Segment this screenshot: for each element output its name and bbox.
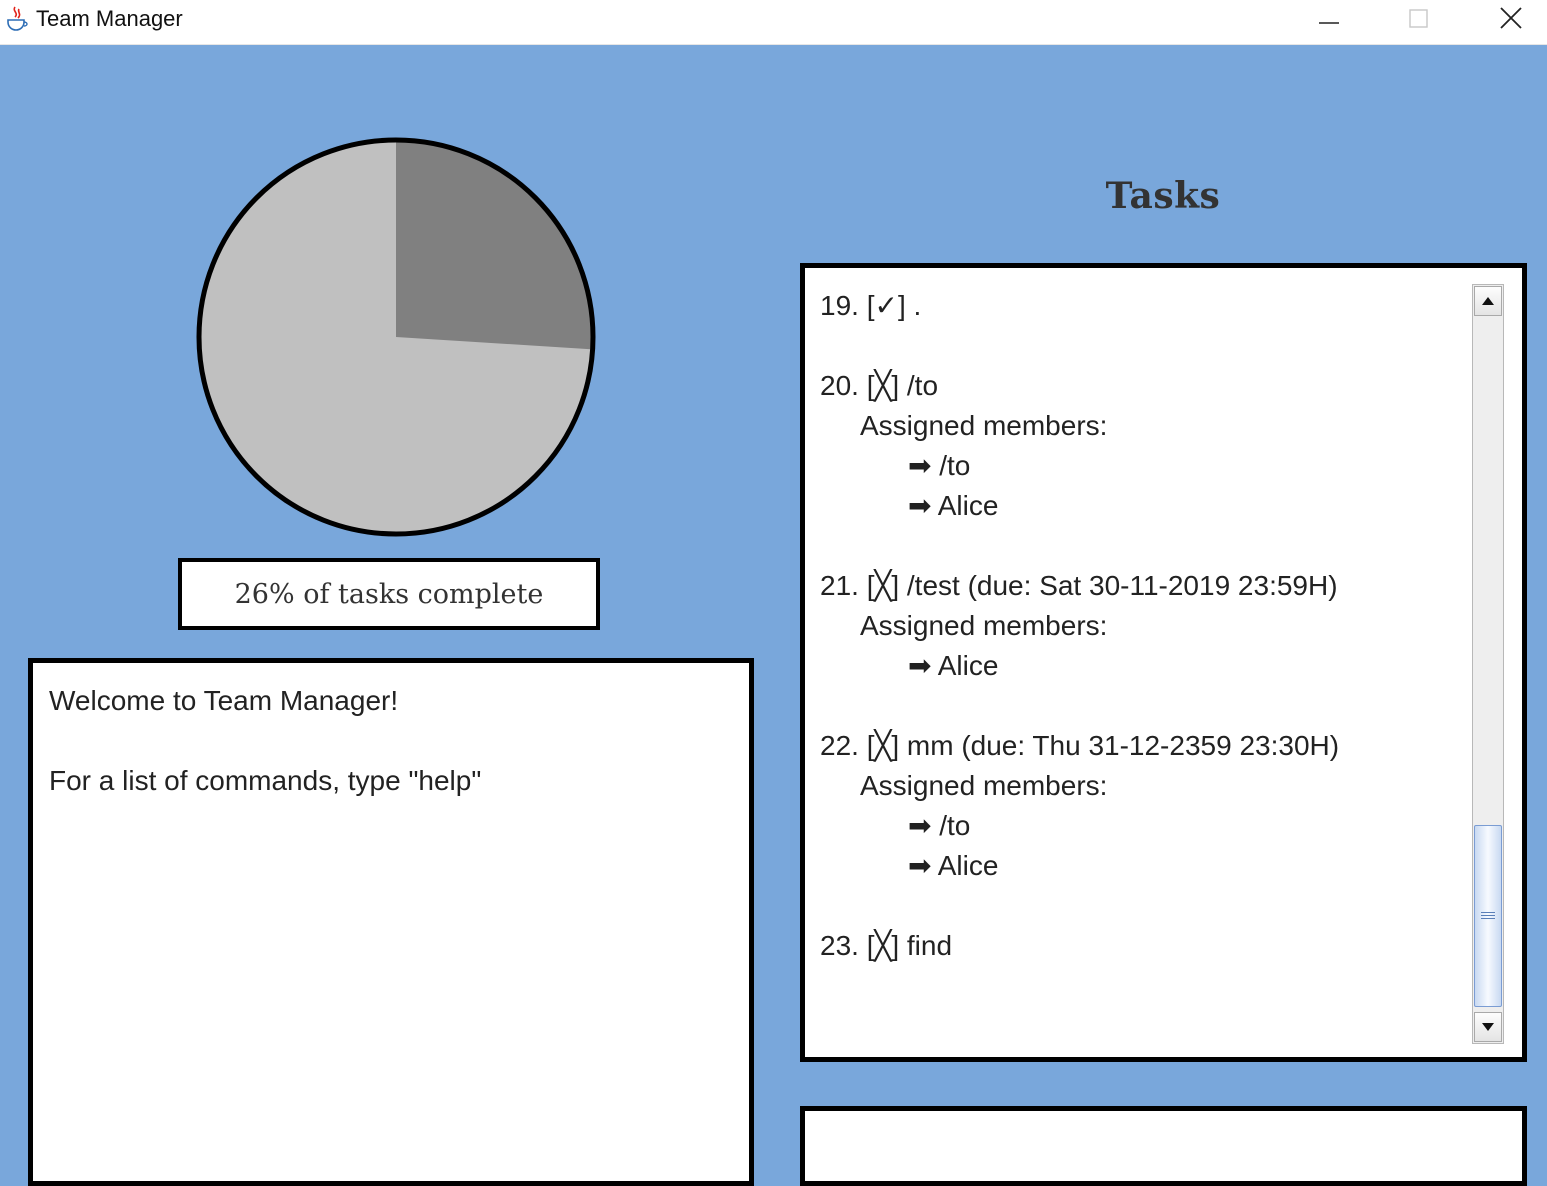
task-spacer	[820, 686, 1462, 726]
progress-label-box: 26% of tasks complete	[178, 558, 600, 630]
scroll-up-button[interactable]	[1474, 286, 1502, 316]
console-line: Welcome to Team Manager!	[49, 685, 399, 716]
assigned-members-label: Assigned members:	[860, 770, 1108, 801]
response-console: Welcome to Team Manager! For a list of co…	[28, 658, 754, 1186]
pie-complete-slice	[396, 140, 593, 350]
grip-icon	[1481, 912, 1495, 920]
title-bar: Team Manager	[0, 0, 1547, 45]
assigned-member: ➡ Alice	[908, 490, 999, 521]
task-item-header: 22. [╳] mm (due: Thu 31-12-2359 23:30H)	[820, 730, 1340, 761]
task-list-panel[interactable]: 19. [✓] . 20. [╳] /to Assigned members: ➡ /…	[800, 263, 1527, 1062]
minimize-icon	[1319, 22, 1339, 24]
scroll-down-button[interactable]	[1474, 1012, 1502, 1042]
scroll-thumb[interactable]	[1474, 825, 1502, 1007]
assigned-member: ➡ /to	[908, 450, 971, 481]
java-app-icon	[7, 6, 28, 31]
assigned-members-label: Assigned members:	[860, 610, 1108, 641]
tasks-heading: Tasks	[1105, 175, 1221, 217]
task-item-header: 23. [╳] find	[820, 930, 953, 961]
minimize-button[interactable]	[1284, 0, 1374, 36]
task-item-header: 21. [╳] /test (due: Sat 30-11-2019 23:59…	[820, 570, 1338, 601]
console-line: For a list of commands, type "help"	[49, 765, 482, 796]
assigned-member: ➡ Alice	[908, 850, 999, 881]
task-progress-pie	[196, 137, 596, 537]
task-list: 19. [✓] . 20. [╳] /to Assigned members: ➡ /…	[820, 286, 1462, 966]
main-area: 26% of tasks complete Welcome to Team Ma…	[0, 45, 1547, 1186]
window-title: Team Manager	[36, 6, 183, 31]
assigned-member: ➡ /to	[908, 810, 971, 841]
triangle-down-icon	[1482, 1023, 1494, 1031]
triangle-up-icon	[1482, 297, 1494, 305]
maximize-icon	[1409, 9, 1428, 28]
maximize-button[interactable]	[1374, 0, 1464, 36]
assigned-member: ➡ Alice	[908, 650, 999, 681]
command-input[interactable]	[800, 1106, 1527, 1186]
task-spacer	[820, 326, 1462, 366]
task-spacer	[820, 886, 1462, 926]
task-spacer	[820, 526, 1462, 566]
progress-label: 26% of tasks complete	[234, 578, 544, 610]
task-item-header: 20. [╳] /to	[820, 370, 939, 401]
task-list-scrollbar[interactable]	[1472, 284, 1504, 1044]
task-item-header: 19. [✓] .	[820, 290, 922, 321]
assigned-members-label: Assigned members:	[860, 410, 1108, 441]
close-icon	[1500, 7, 1522, 29]
close-button[interactable]	[1466, 0, 1547, 36]
